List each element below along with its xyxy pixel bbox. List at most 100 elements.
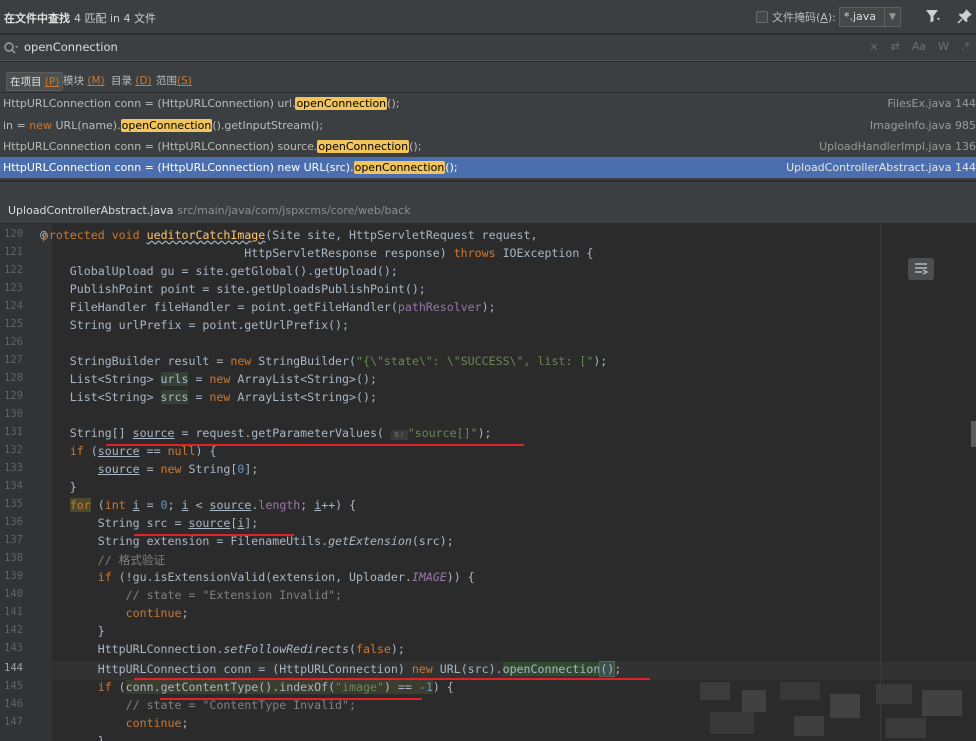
line-number: 126 xyxy=(4,336,23,348)
tab-module[interactable]: 模块 (M) xyxy=(60,72,108,89)
chevron-down-icon[interactable]: ▼ xyxy=(884,8,900,26)
dialog-title-main: 在文件中查找 xyxy=(4,12,70,25)
tab-label: 在项目 xyxy=(10,76,45,88)
result-pre: HttpURLConnection conn = (HttpURLConnect… xyxy=(3,140,318,153)
result-row[interactable]: HttpURLConnection conn = (HttpURLConnect… xyxy=(0,93,976,114)
newline-icon[interactable]: ⇄ xyxy=(891,40,900,53)
code-line: List<String> srcs = new ArrayList<String… xyxy=(0,390,377,404)
preview-file-header: UploadControllerAbstract.java src/main/ja… xyxy=(0,181,976,223)
tab-key: (S) xyxy=(177,75,192,87)
search-row: openConnection × ⇄ Aa W .* xyxy=(0,35,976,61)
result-location: UploadControllerAbstract.java 144 xyxy=(786,161,976,174)
red-underline xyxy=(134,534,294,536)
result-code: HttpURLConnection conn = (HttpURLConnect… xyxy=(3,161,458,174)
result-pre: HttpURLConnection conn = (HttpURLConnect… xyxy=(3,161,354,174)
tab-directory[interactable]: 目录 (D) xyxy=(108,72,155,89)
search-input[interactable]: openConnection xyxy=(24,40,118,54)
results-list: HttpURLConnection conn = (HttpURLConnect… xyxy=(0,93,976,180)
code-line: HttpServletResponse response) throws IOE… xyxy=(0,246,594,260)
code-line: StringBuilder result = new StringBuilder… xyxy=(0,354,608,368)
right-margin xyxy=(880,224,881,741)
result-post-kw: URL(name). xyxy=(52,119,121,132)
scrollbar-thumb[interactable] xyxy=(971,421,976,447)
result-location: ImageInfo.java 985 xyxy=(869,119,976,132)
result-post: (); xyxy=(445,161,458,174)
preview-file-title: UploadControllerAbstract.java src/main/ja… xyxy=(8,204,411,217)
match-case-toggle[interactable]: Aa xyxy=(912,40,926,53)
checkbox-box[interactable] xyxy=(756,11,768,23)
tab-key: (P) xyxy=(44,76,60,88)
regex-toggle[interactable]: .* xyxy=(961,40,970,53)
tab-key: (D) xyxy=(135,75,152,87)
filter-icon[interactable] xyxy=(925,8,941,24)
file-mask-value: *.java xyxy=(844,10,877,23)
result-pre: in = xyxy=(3,119,30,132)
code-line: FileHandler fileHandler = point.getFileH… xyxy=(0,300,496,314)
result-row[interactable]: in = new URL(name).openConnection().getI… xyxy=(0,115,976,136)
code-line: if (source == null) { xyxy=(69,444,217,458)
result-location: UploadHandlerImpl.java 136 xyxy=(819,140,976,153)
code-line: // 格式验证 xyxy=(97,553,166,567)
code-line: for (int i = 0; i < source.length; i++) … xyxy=(69,498,357,512)
result-location: FilesEx.java 144 xyxy=(887,97,976,110)
file-mask-label: 文件掩码( xyxy=(772,11,821,24)
preview-file-path: src/main/java/com/jspxcms/core/web/back xyxy=(177,204,411,217)
code-line: if (!gu.isExtensionValid(extension, Uplo… xyxy=(97,570,475,584)
result-keyword: new xyxy=(29,119,52,132)
file-mask-key: A xyxy=(820,10,828,24)
result-code: in = new URL(name).openConnection().getI… xyxy=(3,119,323,132)
file-mask-combo[interactable]: *.java ▼ xyxy=(839,7,901,27)
pin-icon[interactable] xyxy=(957,8,973,24)
result-post: ().getInputStream(); xyxy=(212,119,324,132)
tab-in-project[interactable]: 在项目 (P) xyxy=(6,72,64,91)
red-underline xyxy=(160,698,422,700)
clear-icon[interactable]: × xyxy=(869,40,878,53)
code-line: String[] source = request.getParameterVa… xyxy=(0,426,492,440)
tab-key: (M) xyxy=(87,75,105,87)
code-line: String src = source[i]; xyxy=(0,516,259,530)
code-line: } xyxy=(0,480,77,494)
code-line: String extension = FilenameUtils.getExte… xyxy=(0,534,454,548)
code-line: continue; xyxy=(125,606,189,620)
code-line: List<String> urls = new ArrayList<String… xyxy=(0,372,377,386)
code-line: String urlPrefix = point.getUrlPrefix(); xyxy=(0,318,350,332)
code-line: HttpURLConnection.setFollowRedirects(fal… xyxy=(0,642,405,656)
tab-label: 范围 xyxy=(156,75,177,87)
search-icon xyxy=(4,42,18,54)
tab-scope[interactable]: 范围(S) xyxy=(153,72,195,89)
dialog-title-count: 4 匹配 in 4 文件 xyxy=(74,12,157,25)
file-mask-suffix: ): xyxy=(827,10,836,24)
result-match: openConnection xyxy=(317,140,410,153)
result-pre: HttpURLConnection conn = (HttpURLConnect… xyxy=(3,97,296,110)
scope-tabs: 在项目 (P) 模块 (M) 目录 (D) 范围(S) xyxy=(0,62,976,92)
result-code: HttpURLConnection conn = (HttpURLConnect… xyxy=(3,97,399,110)
code-line: GlobalUpload gu = site.getGlobal().getUp… xyxy=(0,264,398,278)
code-line: protected void ueditorCatchImage(Site si… xyxy=(41,228,538,242)
result-match: openConnection xyxy=(353,161,446,174)
result-row-selected[interactable]: HttpURLConnection conn = (HttpURLConnect… xyxy=(0,157,976,178)
code-line: source = new String[0]; xyxy=(97,462,259,476)
find-in-files-header: 在文件中查找 4 匹配 in 4 文件 文件掩码(A): *.java ▼ xyxy=(0,0,976,34)
result-match: openConnection xyxy=(295,97,388,110)
red-underline xyxy=(134,678,650,680)
result-post: (); xyxy=(409,140,422,153)
red-underline xyxy=(106,444,524,446)
search-options: × ⇄ Aa W .* xyxy=(869,40,970,53)
tab-label: 目录 xyxy=(111,75,136,87)
whole-words-toggle[interactable]: W xyxy=(938,40,949,53)
code-line: } xyxy=(0,624,105,638)
line-number: 130 xyxy=(4,408,23,420)
result-code: HttpURLConnection conn = (HttpURLConnect… xyxy=(3,140,421,153)
file-mask-checkbox[interactable]: 文件掩码(A): xyxy=(756,9,836,25)
pixelated-watermark xyxy=(700,682,962,738)
tab-label: 模块 xyxy=(63,75,88,87)
dialog-title: 在文件中查找 4 匹配 in 4 文件 xyxy=(4,10,156,26)
code-preview[interactable]: @ 120 121 122 123 124 125 126 127 128 129 130 131 13… xyxy=(0,224,976,741)
result-row[interactable]: HttpURLConnection conn = (HttpURLConnect… xyxy=(0,136,976,157)
result-post: (); xyxy=(387,97,400,110)
preview-file-name: UploadControllerAbstract.java xyxy=(8,204,174,217)
code-line: PublishPoint point = site.getUploadsPubl… xyxy=(0,282,426,296)
code-line: // state = "Extension Invalid"; xyxy=(125,588,343,602)
doc-render-icon[interactable] xyxy=(908,258,934,280)
result-match: openConnection xyxy=(120,119,213,132)
